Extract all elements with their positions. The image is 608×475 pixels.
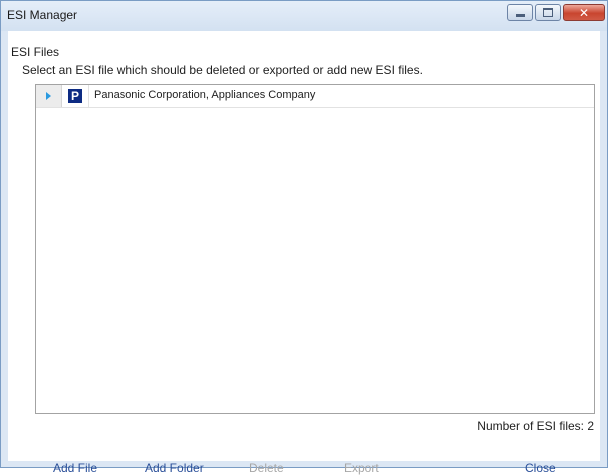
window-title: ESI Manager bbox=[7, 8, 78, 22]
export-button[interactable]: Export bbox=[344, 461, 379, 475]
expand-arrow-icon bbox=[46, 92, 51, 100]
close-window-button[interactable]: ✕ bbox=[563, 4, 605, 21]
row-divider bbox=[88, 85, 89, 107]
instruction-text: Select an ESI file which should be delet… bbox=[22, 63, 423, 77]
delete-button[interactable]: Delete bbox=[249, 461, 284, 475]
esi-manager-window: ESI Manager ✕ ESI Files Select an ESI fi… bbox=[0, 0, 608, 475]
add-folder-button[interactable]: Add Folder bbox=[145, 461, 204, 475]
add-file-button[interactable]: Add File bbox=[53, 461, 97, 475]
close-button[interactable]: Close bbox=[525, 461, 556, 475]
title-bar[interactable]: ESI Manager ✕ bbox=[1, 1, 607, 31]
esi-file-list[interactable]: P Panasonic Corporation, Appliances Comp… bbox=[35, 84, 595, 414]
panasonic-logo-icon: P bbox=[68, 89, 82, 103]
maximize-icon bbox=[536, 5, 560, 20]
expand-row-button[interactable] bbox=[36, 85, 62, 107]
close-icon: ✕ bbox=[578, 5, 590, 20]
esi-files-group-label: ESI Files bbox=[11, 45, 60, 59]
maximize-button[interactable] bbox=[535, 4, 561, 21]
minimize-icon bbox=[508, 5, 532, 20]
file-count-text: Number of ESI files: 2 bbox=[477, 419, 594, 433]
list-item[interactable]: P Panasonic Corporation, Appliances Comp… bbox=[36, 85, 594, 108]
minimize-button[interactable] bbox=[507, 4, 533, 21]
window-controls: ✕ bbox=[505, 4, 605, 21]
client-area: ESI Files Select an ESI file which shoul… bbox=[8, 31, 600, 475]
file-name: Panasonic Corporation, Appliances Compan… bbox=[94, 89, 316, 101]
